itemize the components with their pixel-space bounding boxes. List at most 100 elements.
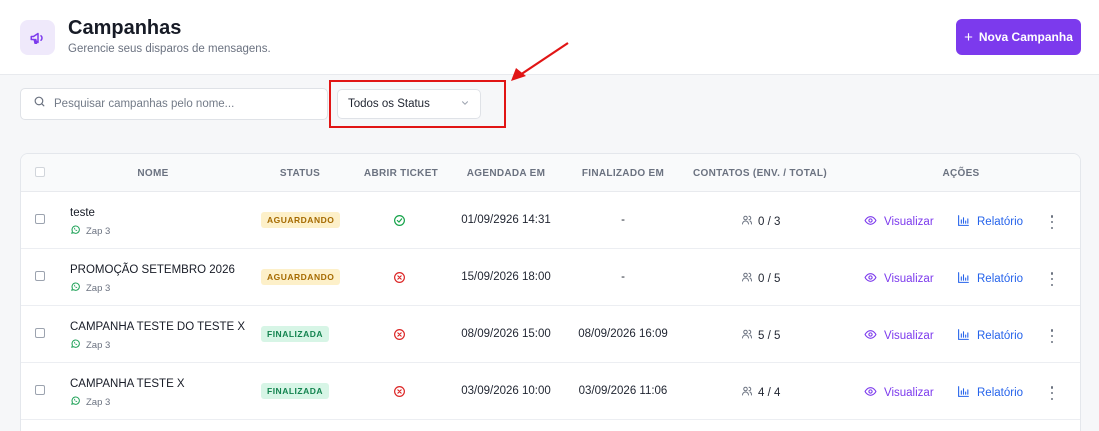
- table-row: PROMOÇÃO SETEMBRO 2026 Zap 3 AGUARDANDO …: [21, 249, 1080, 306]
- finished-date: -: [621, 214, 625, 226]
- status-badge: FINALIZADA: [261, 326, 329, 342]
- contacts-value: 5 / 5: [758, 329, 781, 342]
- page-header: Campanhas Gerencie seus disparos de mens…: [0, 0, 1099, 75]
- users-icon: [741, 385, 753, 400]
- view-button[interactable]: Visualizar: [864, 271, 934, 287]
- col-actions: AÇÕES: [942, 168, 980, 179]
- campaign-connection: Zap 3: [70, 395, 110, 409]
- scheduled-date: 15/09/2026 18:00: [461, 271, 551, 283]
- finished-date: 03/09/2026 11:06: [578, 385, 668, 397]
- contacts-value: 4 / 4: [758, 386, 781, 399]
- connection-label: Zap 3: [86, 339, 111, 351]
- plus-icon: +: [964, 28, 973, 46]
- eye-icon: [864, 214, 877, 230]
- x-circle-icon: [393, 385, 406, 403]
- x-circle-icon: [393, 328, 406, 346]
- eye-icon: [864, 385, 877, 401]
- finished-date: -: [621, 271, 625, 283]
- whatsapp-icon: [70, 224, 81, 238]
- finished-date: 08/09/2026 16:09: [578, 328, 668, 340]
- campaign-name: CAMPANHA TESTE X: [70, 378, 185, 390]
- scheduled-date: 08/09/2026 15:00: [461, 328, 551, 340]
- connection-label: Zap 3: [86, 396, 111, 408]
- col-name: NOME: [137, 168, 169, 179]
- row-checkbox[interactable]: [35, 214, 45, 224]
- whatsapp-icon: [70, 395, 81, 409]
- report-label: Relatório: [977, 273, 1024, 285]
- campaign-name: PROMOÇÃO SETEMBRO 2026: [70, 264, 235, 276]
- row-checkbox[interactable]: [35, 328, 45, 338]
- select-all-checkbox[interactable]: [35, 167, 45, 177]
- users-icon: [741, 328, 753, 343]
- col-open-ticket: ABRIR TICKET: [363, 168, 439, 179]
- view-button[interactable]: Visualizar: [864, 385, 934, 401]
- table-row: teste Zap 3 AGUARDANDO 01/09/2926 14:31 …: [21, 192, 1080, 249]
- contacts-count: 0 / 5: [741, 271, 780, 286]
- contacts-count: 0 / 3: [741, 214, 780, 229]
- scheduled-date: 03/09/2026 10:00: [461, 385, 551, 397]
- whatsapp-icon: [70, 281, 81, 295]
- view-label: Visualizar: [884, 387, 934, 399]
- col-finished: FINALIZADO EM: [581, 168, 665, 179]
- view-button[interactable]: Visualizar: [864, 214, 934, 230]
- eye-icon: [864, 328, 877, 344]
- status-badge: FINALIZADA: [261, 383, 329, 399]
- more-options-icon[interactable]: [1047, 329, 1057, 343]
- table-row: CAMPANHA TESTE DO TESTE X Zap 3 FINALIZA…: [21, 306, 1080, 363]
- status-badge: AGUARDANDO: [261, 212, 341, 228]
- bar-chart-icon: [957, 385, 970, 401]
- view-label: Visualizar: [884, 330, 934, 342]
- campaigns-table: NOME STATUS ABRIR TICKET AGENDADA EM FIN…: [20, 153, 1081, 431]
- search-box: [20, 88, 328, 120]
- report-label: Relatório: [977, 330, 1024, 342]
- users-icon: [741, 271, 753, 286]
- annotation-highlight-box: [329, 80, 506, 128]
- more-options-icon[interactable]: [1047, 272, 1057, 286]
- search-input[interactable]: [54, 98, 314, 110]
- bar-chart-icon: [957, 214, 970, 230]
- check-circle-icon: [393, 214, 406, 232]
- more-options-icon[interactable]: [1047, 215, 1057, 229]
- status-badge: AGUARDANDO: [261, 269, 341, 285]
- connection-label: Zap 3: [86, 282, 111, 294]
- contacts-value: 0 / 3: [758, 215, 781, 228]
- scheduled-date: 01/09/2926 14:31: [461, 214, 551, 226]
- search-icon: [33, 95, 46, 113]
- table-header: NOME STATUS ABRIR TICKET AGENDADA EM FIN…: [21, 154, 1080, 192]
- contacts-value: 0 / 5: [758, 272, 781, 285]
- report-button[interactable]: Relatório: [957, 214, 1023, 230]
- whatsapp-icon: [70, 338, 81, 352]
- new-campaign-button[interactable]: + Nova Campanha: [956, 19, 1081, 55]
- connection-label: Zap 3: [86, 225, 111, 237]
- report-button[interactable]: Relatório: [957, 328, 1023, 344]
- report-label: Relatório: [977, 216, 1024, 228]
- bar-chart-icon: [957, 328, 970, 344]
- campaign-name: teste: [70, 207, 95, 219]
- row-checkbox[interactable]: [35, 271, 45, 281]
- megaphone-icon: [20, 20, 55, 55]
- bar-chart-icon: [957, 271, 970, 287]
- campaign-connection: Zap 3: [70, 224, 110, 238]
- more-options-icon[interactable]: [1047, 386, 1057, 400]
- page-title: Campanhas: [68, 17, 182, 39]
- campaign-connection: Zap 3: [70, 281, 110, 295]
- row-checkbox[interactable]: [35, 385, 45, 395]
- contacts-count: 4 / 4: [741, 385, 780, 400]
- users-icon: [741, 214, 753, 229]
- report-button[interactable]: Relatório: [957, 385, 1023, 401]
- x-circle-icon: [393, 271, 406, 289]
- page-subtitle: Gerencie seus disparos de mensagens.: [68, 43, 271, 55]
- report-button[interactable]: Relatório: [957, 271, 1023, 287]
- col-status: STATUS: [279, 168, 321, 179]
- view-label: Visualizar: [884, 216, 934, 228]
- col-scheduled: AGENDADA EM: [466, 168, 546, 179]
- campaign-name: CAMPANHA TESTE DO TESTE X: [70, 321, 246, 333]
- eye-icon: [864, 271, 877, 287]
- table-row: CAMPANHA TESTE X Zap 3 FINALIZADA 03/09/…: [21, 363, 1080, 420]
- report-label: Relatório: [977, 387, 1024, 399]
- contacts-count: 5 / 5: [741, 328, 780, 343]
- col-contacts: CONTATOS (ENV. / TOTAL): [693, 168, 827, 179]
- view-button[interactable]: Visualizar: [864, 328, 934, 344]
- campaign-connection: Zap 3: [70, 338, 110, 352]
- view-label: Visualizar: [884, 273, 934, 285]
